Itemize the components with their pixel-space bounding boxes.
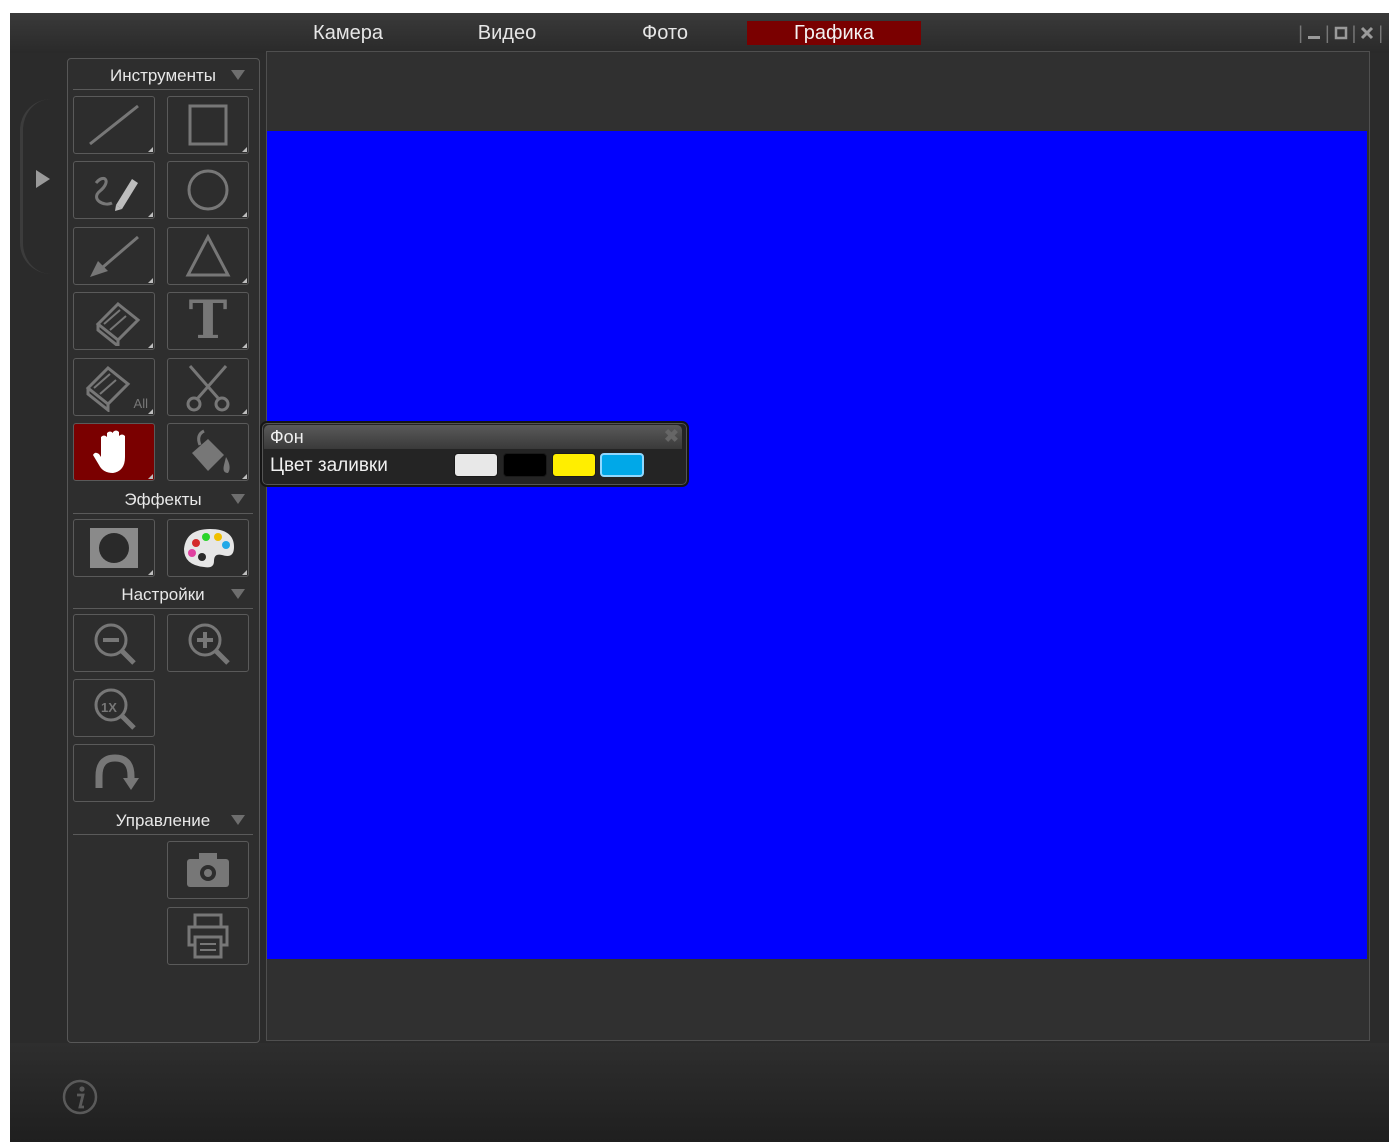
tab-graphics[interactable]: Графика bbox=[747, 21, 921, 45]
maximize-icon[interactable] bbox=[1332, 23, 1350, 43]
chevron-down-icon bbox=[231, 70, 245, 80]
tab-camera[interactable]: Камера bbox=[286, 21, 410, 45]
minimize-icon[interactable] bbox=[1305, 23, 1323, 43]
chevron-down-icon bbox=[231, 589, 245, 599]
expand-panel-icon[interactable] bbox=[36, 170, 50, 188]
effects-header[interactable]: Эффекты bbox=[73, 487, 253, 514]
control-header-label: Управление bbox=[115, 811, 211, 830]
tab-photo[interactable]: Фото bbox=[603, 21, 727, 45]
tab-video[interactable]: Видео bbox=[445, 21, 569, 45]
info-icon[interactable] bbox=[62, 1079, 98, 1115]
print-icon[interactable] bbox=[167, 907, 249, 965]
line-icon[interactable] bbox=[73, 96, 155, 154]
popup-title: Фон bbox=[264, 425, 682, 449]
circle-icon[interactable] bbox=[167, 161, 249, 219]
settings-header-label: Настройки bbox=[121, 585, 205, 604]
swatch-cyan[interactable] bbox=[600, 453, 644, 477]
fill-bucket-icon[interactable] bbox=[167, 423, 249, 481]
eraser-all-badge: All bbox=[133, 396, 148, 411]
freehand-pen-icon[interactable] bbox=[73, 161, 155, 219]
app-window: Камера Видео Фото Графика | | | | Инстру… bbox=[10, 13, 1389, 1142]
swatch-white[interactable] bbox=[454, 453, 498, 477]
hand-icon[interactable] bbox=[73, 423, 155, 481]
text-glyph: T bbox=[188, 290, 228, 351]
effects-header-label: Эффекты bbox=[124, 490, 202, 509]
zoom-1x-glyph: 1X bbox=[101, 700, 117, 715]
zoom-out-icon[interactable] bbox=[73, 614, 155, 672]
scissors-icon[interactable] bbox=[167, 358, 249, 416]
text-icon[interactable]: T bbox=[167, 292, 249, 350]
window-controls: | | | | bbox=[1298, 22, 1383, 43]
palette-icon[interactable] bbox=[167, 519, 249, 577]
triangle-icon[interactable] bbox=[167, 227, 249, 285]
close-icon[interactable] bbox=[1358, 23, 1376, 43]
swatch-yellow[interactable] bbox=[552, 453, 596, 477]
rectangle-icon[interactable] bbox=[167, 96, 249, 154]
background-popup: Фон ✖ Цвет заливки bbox=[260, 421, 689, 487]
tool-sidebar: Инструменты T All Эффекты Настройки 1X У… bbox=[67, 58, 260, 1043]
zoom-1x-icon[interactable]: 1X bbox=[73, 679, 155, 737]
settings-header[interactable]: Настройки bbox=[73, 582, 253, 609]
eraser-icon[interactable] bbox=[73, 292, 155, 350]
eraser-all-icon[interactable]: All bbox=[73, 358, 155, 416]
swatch-black[interactable] bbox=[503, 453, 547, 477]
chevron-down-icon bbox=[231, 494, 245, 504]
rotate-icon[interactable] bbox=[73, 744, 155, 802]
arrow-icon[interactable] bbox=[73, 227, 155, 285]
status-bar bbox=[10, 1043, 1389, 1142]
chevron-down-icon bbox=[231, 815, 245, 825]
top-menu-bar: Камера Видео Фото Графика | | | | bbox=[10, 13, 1389, 53]
fill-color-label: Цвет заливки bbox=[270, 455, 388, 476]
zoom-in-icon[interactable] bbox=[167, 614, 249, 672]
camera-icon[interactable] bbox=[167, 841, 249, 899]
tools-header-label: Инструменты bbox=[109, 66, 216, 85]
drawing-canvas[interactable] bbox=[267, 131, 1367, 959]
popup-close-icon[interactable]: ✖ bbox=[664, 426, 679, 446]
control-header[interactable]: Управление bbox=[73, 808, 253, 835]
tools-header[interactable]: Инструменты bbox=[73, 63, 253, 90]
spotlight-icon[interactable] bbox=[73, 519, 155, 577]
